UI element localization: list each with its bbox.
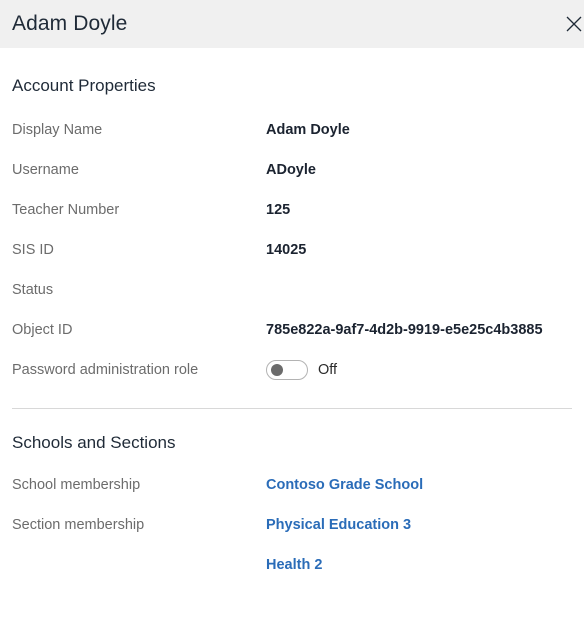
schools-and-sections-heading: Schools and Sections <box>12 433 176 452</box>
toggle-state-label: Off <box>318 362 338 378</box>
property-row-section-membership-extra: Health 2 <box>12 545 572 585</box>
property-label: Section membership <box>12 517 145 533</box>
panel-header: Adam Doyle <box>0 0 584 48</box>
close-icon <box>566 16 582 32</box>
account-details-panel: Adam Doyle Account Properties Display Na… <box>0 0 584 626</box>
property-row-username: Username ADoyle <box>12 150 572 190</box>
property-value: 14025 <box>266 242 307 258</box>
property-label: Object ID <box>12 322 73 338</box>
property-label: School membership <box>12 477 141 493</box>
password-admin-toggle-group: Off <box>266 350 337 390</box>
property-row-teacher-number: Teacher Number 125 <box>12 190 572 230</box>
toggle-knob <box>271 364 283 376</box>
password-administration-role-toggle[interactable] <box>266 360 308 380</box>
property-label: Teacher Number <box>12 202 120 218</box>
property-label: Status <box>12 282 54 298</box>
property-label: Username <box>12 162 79 178</box>
page-title: Adam Doyle <box>12 12 128 36</box>
property-row-object-id: Object ID 785e822a-9af7-4d2b-9919-e5e25c… <box>12 310 572 350</box>
property-label: Password administration role <box>12 362 199 378</box>
panel-body: Account Properties Display Name Adam Doy… <box>0 48 584 585</box>
property-row-section-membership: Section membership Physical Education 3 <box>12 505 572 545</box>
property-row-school-membership: School membership Contoso Grade School <box>12 465 572 505</box>
property-value: 125 <box>266 202 291 218</box>
property-row-password-administration-role: Password administration role Off <box>12 350 572 390</box>
schools-and-sections-list: School membership Contoso Grade School S… <box>12 465 572 585</box>
property-value: ADoyle <box>266 162 316 178</box>
section-membership-link[interactable]: Health 2 <box>266 545 322 585</box>
property-label: Display Name <box>12 122 103 138</box>
property-row-sis-id: SIS ID 14025 <box>12 230 572 270</box>
school-membership-link[interactable]: Contoso Grade School <box>266 465 423 505</box>
close-button[interactable] <box>552 0 584 48</box>
account-properties-heading: Account Properties <box>12 76 156 95</box>
property-row-display-name: Display Name Adam Doyle <box>12 110 572 150</box>
property-label: SIS ID <box>12 242 54 258</box>
property-row-status: Status <box>12 270 572 310</box>
property-value: Adam Doyle <box>266 122 350 138</box>
section-membership-link[interactable]: Physical Education 3 <box>266 505 411 545</box>
property-value: 785e822a-9af7-4d2b-9919-e5e25c4b3885 <box>266 322 543 338</box>
account-properties-list: Display Name Adam Doyle Username ADoyle … <box>12 110 572 390</box>
